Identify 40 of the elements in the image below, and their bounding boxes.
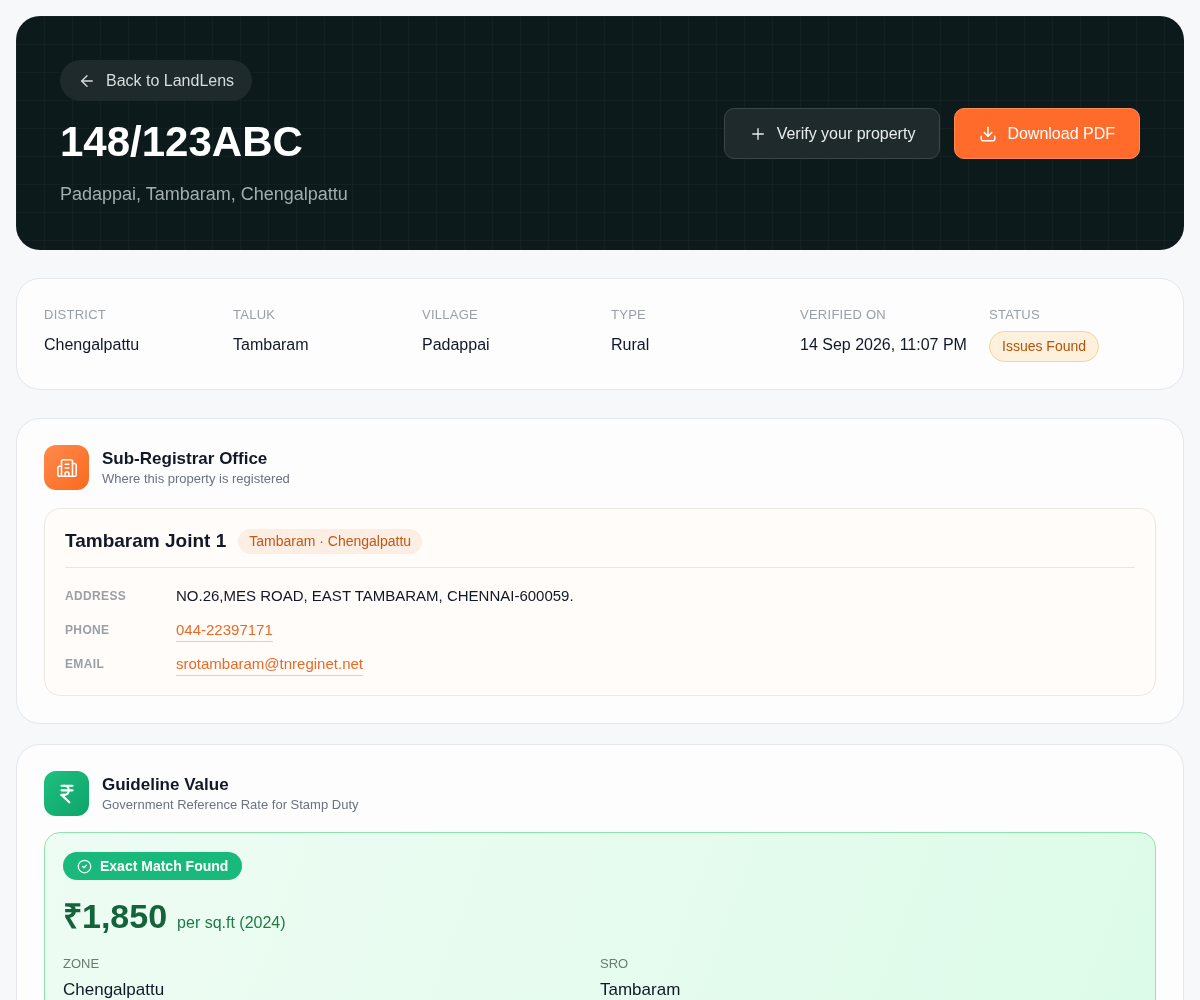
rupee-icon <box>44 771 89 816</box>
check-circle-icon <box>77 858 92 874</box>
contact-link[interactable]: srotambaram@tnreginet.net <box>176 652 363 676</box>
field-label: VERIFIED ON <box>800 306 887 324</box>
verify-property-button[interactable]: Verify your property <box>723 108 941 159</box>
field-label: VILLAGE <box>422 306 480 324</box>
address-text: NO.26,MES ROAD, EAST TAMBARAM, CHENNAI-600059. <box>176 586 574 606</box>
match-badge: Exact Match Found <box>63 852 243 880</box>
field-label: SRO <box>600 954 630 973</box>
section-subtitle: Where this property is registered <box>102 469 290 488</box>
field-label: ZONE <box>63 954 101 973</box>
detail-label: ADDRESS <box>65 588 128 605</box>
location-tag: Tambaram · Chengalpattu <box>238 528 423 554</box>
field-value: Tambaram <box>233 335 310 355</box>
office-name: Tambaram Joint 1 <box>65 529 227 553</box>
field-label: STATUS <box>989 306 1041 324</box>
download-icon <box>979 124 998 143</box>
field-value: Padappai <box>422 335 491 355</box>
field-value: Rural <box>611 335 651 355</box>
price-unit: per sq.ft (2024) <box>177 912 286 933</box>
detail-label: PHONE <box>65 622 111 639</box>
status-badge: Issues Found <box>989 331 1100 362</box>
section-title: Sub-Registrar Office <box>102 447 269 470</box>
download-pdf-button[interactable]: Download PDF <box>954 108 1140 159</box>
back-button[interactable]: Back to LandLens <box>60 60 253 101</box>
section-title: Guideline Value <box>102 773 230 796</box>
field-value: Chengalpattu <box>44 335 141 355</box>
field-label: TYPE <box>611 306 647 324</box>
property-title: 148/123ABC <box>60 117 303 167</box>
building-icon <box>44 445 89 490</box>
contact-link[interactable]: 044-22397171 <box>176 618 273 642</box>
field-value: 14 Sep 2026, 11:07 PM <box>800 335 968 355</box>
property-location: Padappai, Tambaram, Chengalpattu <box>60 183 348 206</box>
field-value: Tambaram <box>600 978 682 1000</box>
field-value: Chengalpattu <box>63 978 166 1000</box>
field-label: TALUK <box>233 306 277 324</box>
field-label: DISTRICT <box>44 306 108 324</box>
price-value: ₹1,850 <box>63 895 168 937</box>
detail-label: EMAIL <box>65 656 106 673</box>
section-subtitle: Government Reference Rate for Stamp Duty <box>102 795 359 814</box>
